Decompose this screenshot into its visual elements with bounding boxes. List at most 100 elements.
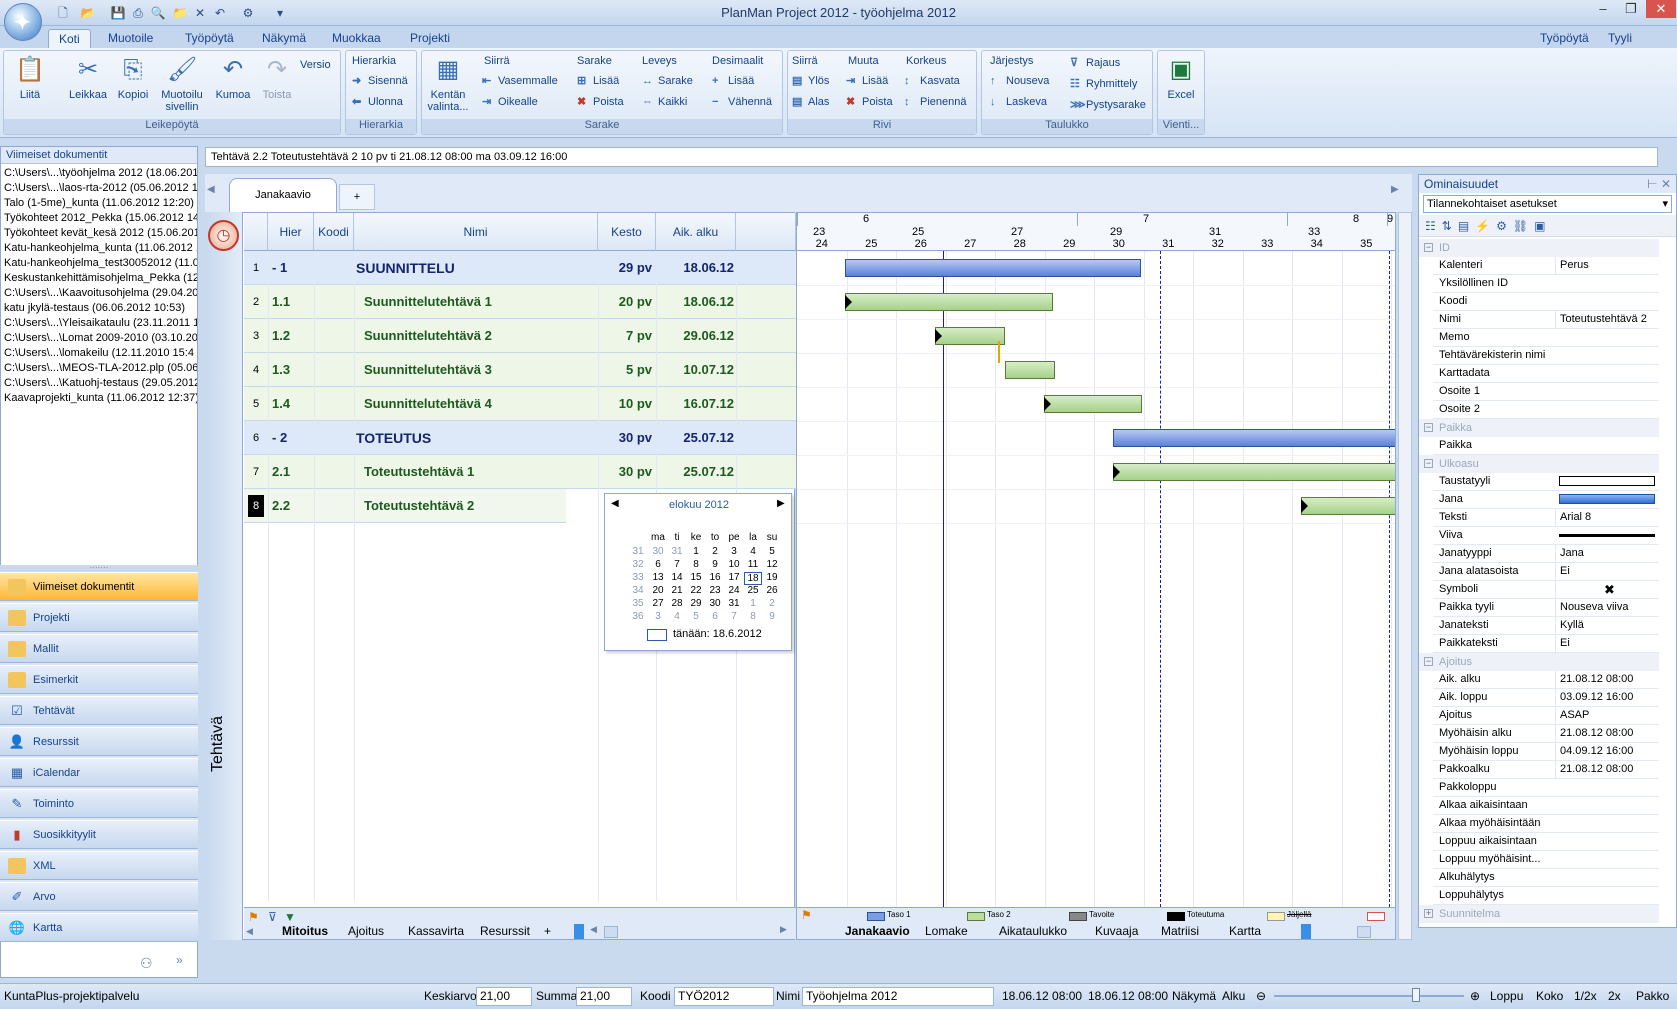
property-row[interactable]: Koodi — [1433, 293, 1659, 311]
cell-start[interactable]: 18.06.12 — [658, 251, 734, 285]
clock-icon[interactable]: ◷ — [208, 220, 239, 251]
task-bar[interactable] — [935, 327, 1005, 345]
gantt-tab-aikataulukko[interactable]: Aikataulukko — [999, 924, 1067, 938]
property-row[interactable]: Karttadata — [1433, 365, 1659, 383]
nav-icalendar[interactable]: ▦ iCalendar — [0, 758, 198, 787]
shrink-button[interactable]: ↕ Pienennä — [904, 94, 967, 111]
table-row[interactable]: 5 1.4 Suunnittelutehtävä 4 10 pv 16.07.12 — [244, 387, 796, 421]
status-begin-button[interactable]: Alku — [1222, 984, 1245, 1008]
calendar-day[interactable]: 6 — [706, 611, 724, 622]
cell-duration[interactable]: 10 pv — [598, 387, 652, 421]
sort-az-icon[interactable]: ⇅ — [1442, 219, 1458, 233]
property-value[interactable]: Perus — [1555, 257, 1659, 274]
status-finish-button[interactable]: Loppu — [1490, 984, 1523, 1008]
property-value[interactable]: Jana — [1555, 545, 1659, 562]
recent-item[interactable]: C:\Users\...\Kaavoitusohjelma (29.04.201 — [1, 286, 197, 301]
undo-button[interactable]: ↶ Kumoa — [212, 53, 254, 101]
collapse-icon[interactable]: − — [1424, 657, 1433, 666]
grow-button[interactable]: ↕ Kasvata — [904, 73, 960, 90]
row-number[interactable]: 7 — [244, 455, 268, 489]
property-row[interactable]: Alkaa myöhäisintään — [1433, 815, 1659, 833]
cell-start[interactable]: 10.07.12 — [658, 353, 734, 387]
tab-tyopoyta[interactable]: Työpöytä — [175, 29, 244, 48]
recent-item[interactable]: katu jkylä-testaus (06.06.2012 10:53) — [1, 301, 197, 316]
recent-item[interactable]: C:\Users\...\Lomat 2009-2010 (03.10.201 — [1, 331, 197, 346]
calendar-day[interactable]: 2 — [706, 546, 724, 557]
calendar-day[interactable]: 8 — [687, 559, 705, 570]
dec-add-button[interactable]: + Lisää — [712, 73, 754, 90]
cell-name[interactable]: Toteutustehtävä 2 — [364, 489, 604, 523]
property-category[interactable]: − Ajoitus — [1419, 653, 1659, 671]
calendar-day[interactable]: 18 — [744, 572, 762, 585]
calendar-day[interactable]: 11 — [744, 559, 762, 570]
cell-name[interactable]: Suunnittelutehtävä 4 — [364, 387, 604, 421]
hscroll-left-icon[interactable]: ◀ — [590, 924, 597, 935]
row-number[interactable]: 4 — [244, 353, 268, 387]
cell-hier[interactable]: 2.2 — [272, 489, 312, 523]
table-row[interactable]: 4 1.3 Suunnittelutehtävä 35 pv 10.07.12 — [244, 353, 796, 387]
property-row[interactable]: Symboli ✖ — [1433, 581, 1659, 599]
bottom-tab-mitoitus[interactable]: Mitoitus — [282, 924, 328, 938]
property-row[interactable]: Paikka — [1433, 437, 1659, 455]
vcol-button[interactable]: ⋙Pystysarake — [1070, 97, 1146, 114]
property-row[interactable]: Ajoitus ASAP — [1433, 707, 1659, 725]
hscroll-right-icon[interactable]: ▶ — [780, 924, 787, 935]
zoom-slider[interactable] — [1274, 995, 1464, 997]
col-header-code[interactable]: Koodi — [314, 213, 354, 251]
calendar-day[interactable]: 5 — [763, 546, 781, 557]
property-row[interactable]: Myöhäisin loppu 04.09.12 16:00 — [1433, 743, 1659, 761]
cell-name[interactable]: Toteutustehtävä 1 — [364, 455, 604, 489]
gantt-tab-kartta[interactable]: Kartta — [1229, 924, 1261, 938]
tab-nakyma[interactable]: Näkymä — [252, 29, 316, 48]
grid-tool-icon[interactable]: ⚑ — [248, 910, 259, 924]
calendar-day[interactable]: 25 — [744, 585, 762, 596]
expand-nav-icon[interactable]: » — [176, 953, 183, 967]
minimize-button[interactable]: – — [1590, 0, 1616, 18]
property-row[interactable]: Kalenteri Perus — [1433, 257, 1659, 275]
table-row[interactable]: 2 1.1 Suunnittelutehtävä 1 20 pv 18.06.12 — [244, 285, 796, 319]
property-value[interactable]: ASAP — [1555, 707, 1659, 724]
network-icon[interactable]: ⚇ — [140, 955, 153, 972]
calendar-day[interactable]: 30 — [706, 598, 724, 609]
calendar-day[interactable]: 9 — [706, 559, 724, 570]
tool-a-icon[interactable]: ⚙ — [1496, 219, 1513, 233]
recent-item[interactable]: Työkohteet 2012_Pekka (15.06.2012 14: — [1, 211, 197, 226]
calendar-day[interactable]: 7 — [725, 611, 743, 622]
property-row[interactable]: Aik. loppu 03.09.12 16:00 — [1433, 689, 1659, 707]
property-row[interactable]: Teksti Arial 8 — [1433, 509, 1659, 527]
col-header-name[interactable]: Nimi — [354, 213, 598, 251]
row-number[interactable]: 6 — [244, 421, 268, 455]
row-delete-button[interactable]: ✖ Poista — [846, 94, 893, 111]
property-row[interactable]: Loppuhälytys — [1433, 887, 1659, 905]
cell-name[interactable]: Suunnittelutehtävä 3 — [364, 353, 604, 387]
pin-close-icons[interactable]: ⊢ ✕ — [1647, 177, 1671, 191]
row-number[interactable]: 3 — [244, 319, 268, 353]
property-value[interactable]: Ei — [1555, 563, 1659, 580]
recent-item[interactable]: Talo (1-5me)_kunta (11.06.2012 12:20) — [1, 196, 197, 211]
events-icon[interactable]: ⚡ — [1475, 219, 1496, 233]
cell-start[interactable]: 16.07.12 — [658, 387, 734, 421]
cell-duration[interactable]: 7 pv — [598, 319, 652, 353]
property-row[interactable]: Janateksti Kyllä — [1433, 617, 1659, 635]
recent-item[interactable]: C:\Users\...\Katuohj-testaus (29.05.2012 — [1, 376, 197, 391]
calendar-day[interactable]: 5 — [687, 611, 705, 622]
bottom-tab-add[interactable]: + — [544, 924, 551, 938]
splitter-handle[interactable] — [574, 924, 584, 939]
property-row[interactable]: Alkaa aikaisintaan — [1433, 797, 1659, 815]
calendar-day[interactable]: 23 — [706, 585, 724, 596]
cell-start[interactable]: 25.07.12 — [658, 421, 734, 455]
filter-tool-icon[interactable]: ⊽ — [268, 910, 277, 924]
format-painter-button[interactable]: 🖌 Muotoilu sivellin — [156, 53, 208, 113]
row-number[interactable]: 2 — [244, 285, 268, 319]
recent-item[interactable]: Työkohteet kevät_kesä 2012 (15.06.201 — [1, 226, 197, 241]
sort-desc-button[interactable]: ↓ Laskeva — [990, 94, 1047, 111]
calendar-day[interactable]: 26 — [763, 585, 781, 596]
nav-map[interactable]: 🌐 Kartta — [0, 913, 198, 942]
tab-muokkaa[interactable]: Muokkaa — [322, 29, 391, 48]
calendar-day[interactable]: 10 — [725, 559, 743, 570]
property-row[interactable]: Janatyyppi Jana — [1433, 545, 1659, 563]
gantt-hscroll-thumb[interactable] — [1357, 926, 1371, 938]
row-add-button[interactable]: ⇥ Lisää — [846, 73, 888, 90]
nav-tasks[interactable]: ☑ Tehtävät — [0, 696, 198, 725]
collapse-icon[interactable]: + — [1424, 909, 1433, 918]
